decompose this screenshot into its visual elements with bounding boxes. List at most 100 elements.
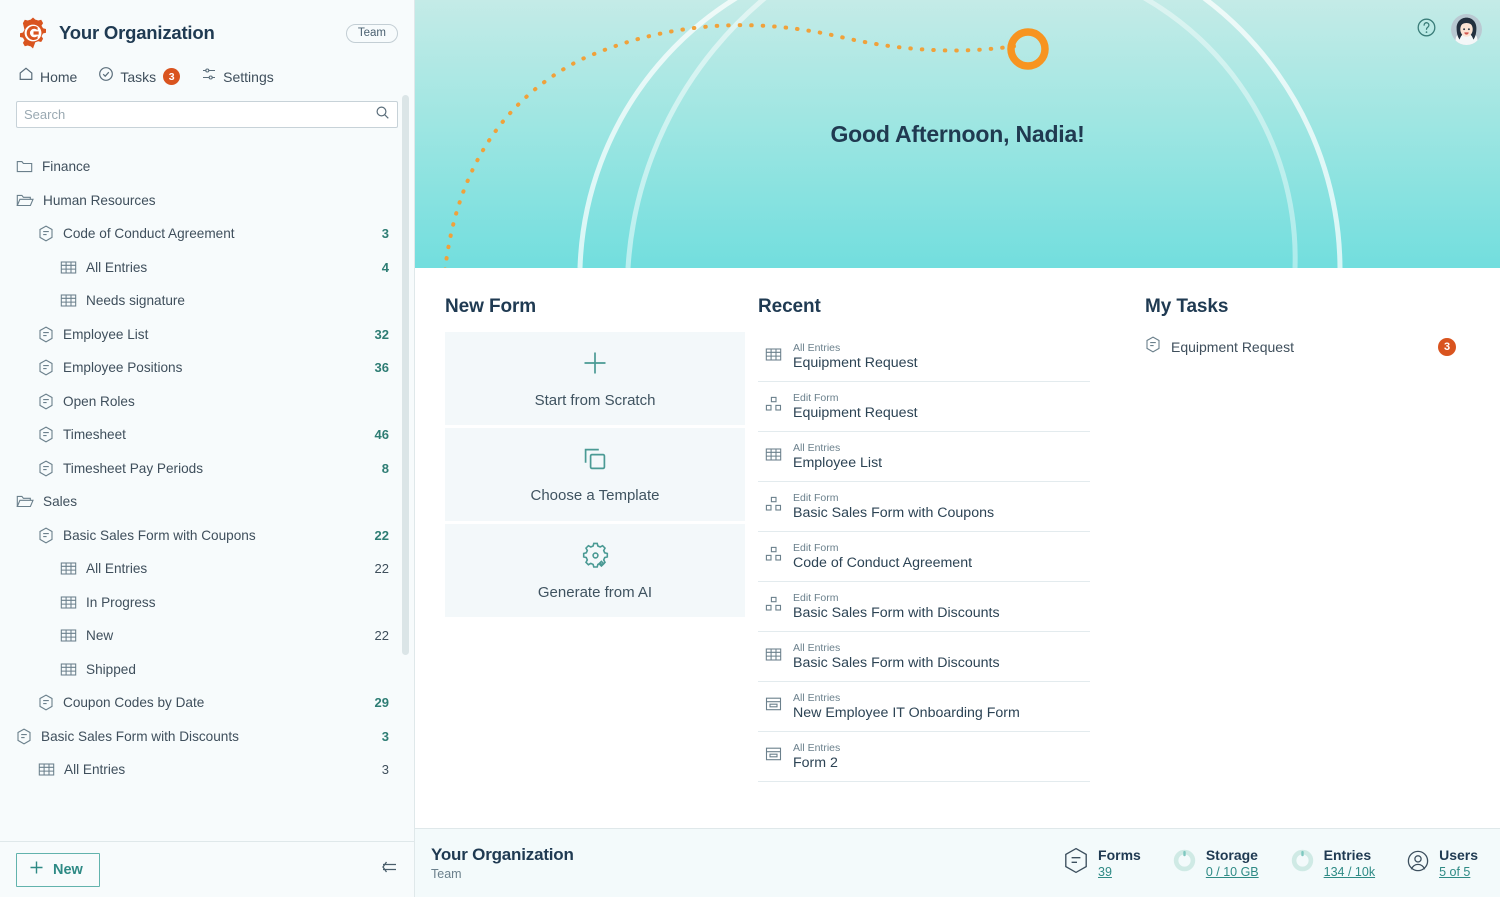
- recent-item[interactable]: Edit FormEquipment Request: [758, 382, 1090, 432]
- card-view-icon: [765, 696, 782, 717]
- recent-item[interactable]: All EntriesNew Employee IT Onboarding Fo…: [758, 682, 1090, 732]
- search-box[interactable]: [16, 101, 398, 128]
- footer-org: Your Organization Team: [431, 845, 574, 881]
- footer-stat-key: Entries: [1324, 847, 1375, 864]
- collapse-sidebar-icon[interactable]: [379, 860, 398, 880]
- tree-row-count: 32: [375, 327, 389, 342]
- new-form-card-label: Start from Scratch: [535, 392, 656, 409]
- footer-stat-value[interactable]: 5 of 5: [1439, 864, 1478, 880]
- tree-row-label: In Progress: [86, 595, 156, 610]
- tree-row[interactable]: All Entries4: [0, 251, 414, 285]
- recent-item[interactable]: All EntriesEquipment Request: [758, 332, 1090, 382]
- tree-row-label: Timesheet: [63, 427, 126, 442]
- primary-nav: Home Tasks 3: [16, 66, 398, 87]
- tree-row[interactable]: New22: [0, 619, 414, 653]
- form-builder-icon: [765, 546, 782, 567]
- new-form-card[interactable]: Generate from AI: [445, 524, 745, 617]
- tree-row[interactable]: Human Resources: [0, 184, 414, 218]
- nav-item-settings[interactable]: Settings: [201, 66, 274, 87]
- table-icon: [60, 662, 77, 677]
- recent-item[interactable]: All EntriesBasic Sales Form with Discoun…: [758, 632, 1090, 682]
- recent-item-kind: All Entries: [793, 642, 1000, 655]
- tree-row-label: Needs signature: [86, 293, 185, 308]
- task-item[interactable]: Equipment Request3: [1145, 332, 1500, 362]
- form-icon: [38, 225, 54, 242]
- tree-row[interactable]: In Progress: [0, 586, 414, 620]
- search-wrapper: [0, 87, 414, 128]
- tree-row[interactable]: Shipped: [0, 653, 414, 687]
- tree-row[interactable]: Open Roles: [0, 385, 414, 419]
- form-icon: [38, 426, 54, 443]
- sidebar-scrollbar[interactable]: [402, 95, 409, 655]
- footer-stat-value[interactable]: 134 / 10k: [1324, 864, 1375, 880]
- tree-row[interactable]: Timesheet 46: [0, 418, 414, 452]
- table-icon: [60, 293, 77, 308]
- form-icon: [38, 326, 54, 343]
- plus-icon: [28, 859, 45, 880]
- new-form-card[interactable]: Choose a Template: [445, 428, 745, 521]
- folder-open-icon: [16, 494, 34, 509]
- tree-row-count: 3: [382, 762, 389, 777]
- recent-item[interactable]: All EntriesEmployee List: [758, 432, 1090, 482]
- form-builder-icon: [765, 496, 782, 517]
- footer-stat: Forms39: [1063, 847, 1141, 880]
- form-icon: [38, 393, 54, 410]
- recent-item-name: Basic Sales Form with Discounts: [793, 655, 1000, 672]
- tree-row[interactable]: Basic Sales Form with Discounts3: [0, 720, 414, 754]
- form-icon: [16, 728, 32, 745]
- footer-stat-value[interactable]: 0 / 10 GB: [1206, 864, 1259, 880]
- recent-title: Recent: [758, 296, 1105, 318]
- tree-row-label: Employee Positions: [63, 360, 182, 375]
- tasks-count-badge: 3: [163, 68, 180, 85]
- avatar[interactable]: [1451, 14, 1482, 45]
- footer-org-plan: Team: [431, 867, 574, 881]
- table-icon: [60, 561, 77, 576]
- tree-row[interactable]: Employee List32: [0, 318, 414, 352]
- user-circle-icon: [1406, 849, 1430, 878]
- recent-item[interactable]: All EntriesForm 2: [758, 732, 1090, 782]
- footer-stats: Forms39 Storage0 / 10 GB Entries134 / 10k U…: [1063, 847, 1478, 880]
- tree-row[interactable]: All Entries3: [0, 753, 414, 787]
- footer-stat: Storage0 / 10 GB: [1172, 847, 1259, 880]
- tree-row[interactable]: Finance: [0, 150, 414, 184]
- nav-item-home[interactable]: Home: [18, 66, 77, 87]
- donut-icon: [1172, 848, 1197, 878]
- tree-row[interactable]: Coupon Codes by Date29: [0, 686, 414, 720]
- table-icon: [60, 628, 77, 643]
- recent-item[interactable]: Edit FormBasic Sales Form with Coupons: [758, 482, 1090, 532]
- nav-item-tasks[interactable]: Tasks 3: [98, 66, 180, 87]
- tree-row[interactable]: Basic Sales Form with Coupons22: [0, 519, 414, 553]
- tree-row-label: All Entries: [86, 260, 147, 275]
- plan-badge: Team: [346, 24, 398, 43]
- tree-row-label: Open Roles: [63, 394, 135, 409]
- tree-row[interactable]: Timesheet Pay Periods8: [0, 452, 414, 486]
- footer-stat-value[interactable]: 39: [1098, 864, 1141, 880]
- search-input[interactable]: [24, 107, 375, 122]
- tree-row-label: Shipped: [86, 662, 136, 677]
- tree-row-count: 46: [375, 427, 389, 442]
- sidebar-header: Your Organization Team Home: [0, 0, 414, 87]
- new-form-panel: New Form Start from ScratchChoose a Temp…: [415, 296, 745, 828]
- new-button[interactable]: New: [16, 853, 100, 887]
- footer-stat-key: Forms: [1098, 847, 1141, 864]
- search-icon[interactable]: [375, 105, 390, 125]
- tree-row-label: Basic Sales Form with Coupons: [63, 528, 256, 543]
- recent-item-name: Basic Sales Form with Coupons: [793, 505, 994, 522]
- tree-row[interactable]: Code of Conduct Agreement3: [0, 217, 414, 251]
- greeting-text: Good Afternoon, Nadia!: [415, 121, 1500, 148]
- sidebar: Your Organization Team Home: [0, 0, 415, 897]
- check-circle-icon: [98, 66, 114, 87]
- new-form-card[interactable]: Start from Scratch: [445, 332, 745, 425]
- help-circle-icon[interactable]: [1416, 17, 1437, 43]
- tree-row[interactable]: All Entries22: [0, 552, 414, 586]
- my-tasks-panel: My Tasks Equipment Request3: [1105, 296, 1500, 828]
- tree-row[interactable]: Needs signature: [0, 284, 414, 318]
- app-root: Your Organization Team Home: [0, 0, 1500, 897]
- footer-stat: Users5 of 5: [1406, 847, 1478, 880]
- recent-item-kind: Edit Form: [793, 392, 918, 405]
- footer-stat-key: Storage: [1206, 847, 1259, 864]
- recent-item[interactable]: Edit FormBasic Sales Form with Discounts: [758, 582, 1090, 632]
- recent-item[interactable]: Edit FormCode of Conduct Agreement: [758, 532, 1090, 582]
- tree-row[interactable]: Employee Positions36: [0, 351, 414, 385]
- tree-row[interactable]: Sales: [0, 485, 414, 519]
